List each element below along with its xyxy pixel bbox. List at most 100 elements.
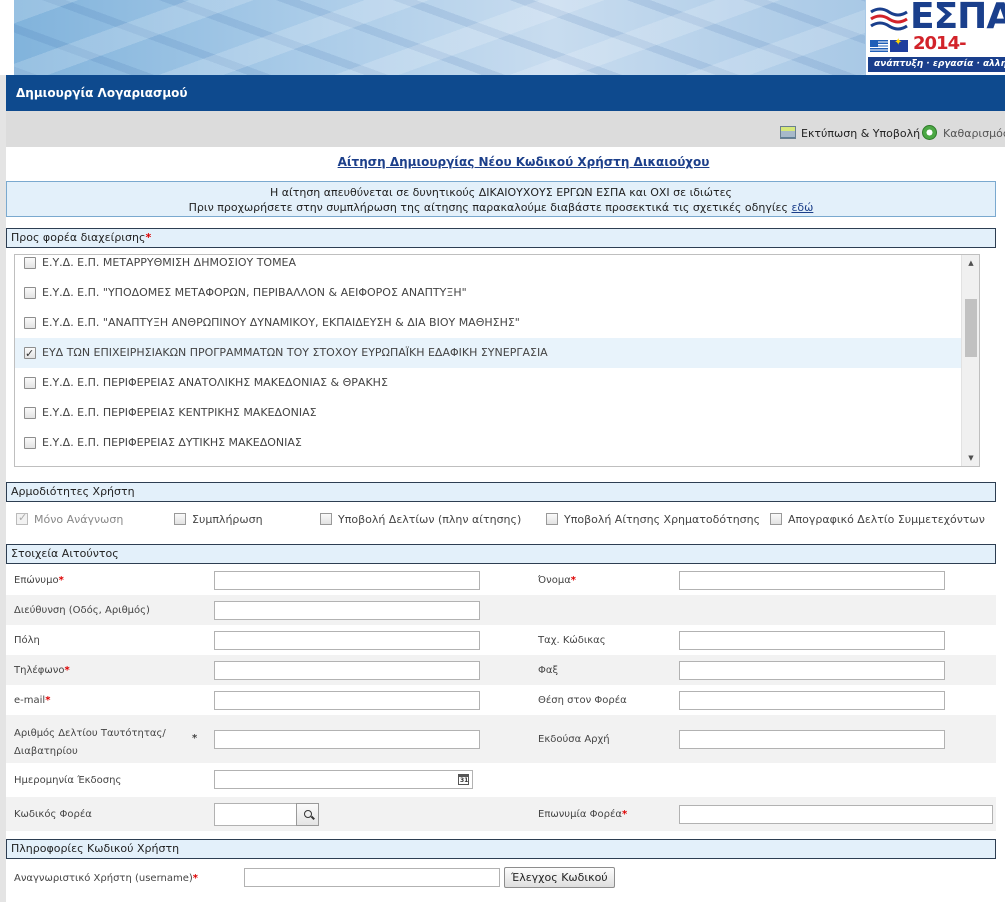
agency-code-input[interactable]	[214, 803, 297, 826]
header-banner: ΕΣΠΑ 2014-2020 ανάπτυξη · εργασία · αλλη…	[0, 0, 1005, 75]
list-item[interactable]: Ε.Υ.Δ. Ε.Π. "ΥΠΟΔΟΜΕΣ ΜΕΤΑΦΟΡΩΝ, ΠΕΡΙΒΑΛ…	[15, 278, 962, 308]
permission-participants-sheet[interactable]: Απογραφικό Δελτίο Συμμετεχόντων	[770, 512, 985, 528]
form-row-address: Διεύθυνση (Οδός, Αριθμός)	[6, 595, 996, 625]
page-title: Δημιουργία Λογαριασμού	[6, 75, 1005, 111]
notice-line1: Η αίτηση απευθύνεται σε δυνητικούς ΔΙΚΑΙ…	[270, 186, 732, 199]
permissions-section-header: Αρμοδιότητες Χρήστη	[6, 482, 996, 502]
clear-label: Καθαρισμός	[943, 127, 1005, 140]
email-label: e-mail*	[14, 695, 51, 706]
applicant-section-label: Στοιχεία Αιτούντος	[11, 547, 119, 560]
last-name-label: Επώνυμο*	[14, 575, 64, 586]
form-content: Αίτηση Δημιουργίας Νέου Κωδικού Χρήστη Δ…	[6, 147, 1005, 902]
city-label: Πόλη	[14, 635, 40, 646]
fax-label: Φαξ	[538, 665, 559, 676]
postal-code-input[interactable]	[679, 631, 945, 650]
form-title: Αίτηση Δημιουργίας Νέου Κωδικού Χρήστη Δ…	[337, 155, 710, 169]
print-submit-label: Εκτύπωση & Υποβολή	[801, 127, 921, 140]
form-row-email: e-mail* Θέση στον Φορέα	[6, 685, 996, 715]
permission-checkbox[interactable]	[770, 513, 782, 525]
permissions-section-label: Αρμοδιότητες Χρήστη	[11, 485, 135, 498]
check-username-button[interactable]: Έλεγχος Κωδικού	[504, 867, 615, 888]
agency-checkbox[interactable]	[24, 317, 36, 329]
banner-graphic	[14, 0, 865, 75]
form-row-id: Αριθμός Δελτίου Ταυτότητας/ Διαβατηρίου …	[6, 715, 996, 763]
username-input[interactable]	[244, 868, 500, 887]
permission-fill[interactable]: Συμπλήρωση	[174, 512, 263, 528]
greek-flag-icon	[870, 40, 888, 52]
issuing-authority-label: Εκδούσα Αρχή	[538, 734, 610, 745]
notice-line2: Πριν προχωρήσετε στην συμπλήρωση της αίτ…	[188, 201, 814, 214]
agency-section-label: Προς φορέα διαχείρισης	[11, 231, 146, 244]
credentials-section-label: Πληροφορίες Κωδικού Χρήστη	[11, 842, 180, 855]
printer-icon	[780, 126, 796, 139]
instructions-link[interactable]: εδώ	[791, 201, 813, 214]
agency-checkbox[interactable]	[24, 407, 36, 419]
phone-label: Τηλέφωνο*	[14, 665, 70, 676]
banner-margin	[0, 0, 14, 75]
list-item[interactable]: ΕΥΔ ΤΩΝ ΕΠΙΧΕΙΡΗΣΙΑΚΩΝ ΠΡΟΓΡΑΜΜΑΤΩΝ ΤΟΥ …	[15, 338, 962, 369]
agency-checkbox[interactable]	[24, 287, 36, 299]
print-submit-button[interactable]: Εκτύπωση & Υποβολή	[780, 125, 920, 143]
form-row-city: Πόλη Ταχ. Κώδικας	[6, 625, 996, 655]
issuing-authority-input[interactable]	[679, 730, 945, 749]
calendar-icon[interactable]	[458, 774, 469, 785]
agency-listbox[interactable]: Ε.Υ.Δ. Ε.Π. ΜΕΤΑΡΡΥΘΜΙΣΗ ΔΗΜΟΣΙΟΥ ΤΟΜΕΑ …	[14, 254, 980, 467]
issue-date-label: Ημερομηνία Έκδοσης	[14, 775, 122, 786]
address-input[interactable]	[214, 601, 480, 620]
list-item[interactable]: Ε.Υ.Δ. Ε.Π. "ΑΝΑΠΤΥΞΗ ΑΝΘΡΩΠΙΝΟΥ ΔΥΝΑΜΙΚ…	[15, 308, 962, 338]
refresh-icon	[922, 125, 937, 140]
logo-text: ΕΣΠΑ	[910, 0, 1005, 37]
espa-logo: ΕΣΠΑ 2014-2020 ανάπτυξη · εργασία · αλλη…	[866, 0, 1005, 75]
permission-read-only[interactable]: Μόνο Ανάγνωση	[16, 510, 123, 528]
first-name-input[interactable]	[679, 571, 945, 590]
id-number-label: Αριθμός Δελτίου Ταυτότητας/ Διαβατηρίου	[14, 728, 166, 757]
scroll-down-icon[interactable]: ▼	[962, 450, 979, 466]
form-row-username: Αναγνωριστικό Χρήστη (username)* Έλεγχος…	[6, 860, 996, 896]
address-label: Διεύθυνση (Οδός, Αριθμός)	[14, 605, 150, 616]
position-input[interactable]	[679, 691, 945, 710]
permission-checkbox[interactable]	[16, 510, 28, 526]
email-input[interactable]	[214, 691, 480, 710]
scroll-up-icon[interactable]: ▲	[962, 255, 979, 271]
fax-input[interactable]	[679, 661, 945, 680]
agency-checkbox[interactable]	[24, 377, 36, 389]
agency-checkbox[interactable]	[24, 257, 36, 269]
city-input[interactable]	[214, 631, 480, 650]
clear-button[interactable]: Καθαρισμός	[922, 125, 1005, 143]
list-item[interactable]: Ε.Υ.Δ. Ε.Π. ΠΕΡΙΦΕΡΕΙΑΣ ΔΥΤΙΚΗΣ ΜΑΚΕΔΟΝΙ…	[15, 428, 962, 458]
required-mark: *	[192, 733, 198, 744]
list-item[interactable]: Ε.Υ.Δ. Ε.Π. ΠΕΡΙΦΕΡΕΙΑΣ ΚΕΝΤΡΙΚΗΣ ΜΑΚΕΔΟ…	[15, 398, 962, 428]
applicant-section-header: Στοιχεία Αιτούντος	[6, 544, 996, 564]
permission-funding-request[interactable]: Υποβολή Αίτησης Χρηματοδότησης	[546, 512, 760, 528]
form-row-phone: Τηλέφωνο* Φαξ	[6, 655, 996, 685]
last-name-input[interactable]	[214, 571, 480, 590]
credentials-section-header: Πληροφορίες Κωδικού Χρήστη	[6, 839, 996, 859]
scrollbar-thumb[interactable]	[965, 299, 977, 357]
logo-tagline: ανάπτυξη · εργασία · αλληλεγγύη	[868, 57, 1005, 72]
phone-input[interactable]	[214, 661, 480, 680]
search-icon[interactable]	[296, 803, 319, 826]
issue-date-input[interactable]	[214, 770, 473, 789]
agency-name-label: Επωνυμία Φορέα*	[538, 809, 628, 820]
agency-code-label: Κωδικός Φορέα	[14, 809, 92, 820]
eu-flag-icon	[890, 37, 908, 52]
postal-code-label: Ταχ. Κώδικας	[538, 635, 606, 646]
notice-box: Η αίτηση απευθύνεται σε δυνητικούς ΔΙΚΑΙ…	[6, 181, 996, 217]
username-label: Αναγνωριστικό Χρήστη (username)*	[14, 873, 199, 884]
permission-checkbox[interactable]	[174, 513, 186, 525]
list-item[interactable]: Ε.Υ.Δ. Ε.Π. ΠΕΡΙΦΕΡΕΙΑΣ ΑΝΑΤΟΛΙΚΗΣ ΜΑΚΕΔ…	[15, 368, 962, 398]
required-mark: *	[145, 231, 152, 244]
list-item[interactable]: Ε.Υ.Δ. Ε.Π. ΜΕΤΑΡΡΥΘΜΙΣΗ ΔΗΜΟΣΙΟΥ ΤΟΜΕΑ	[15, 255, 962, 278]
form-row-agency: Κωδικός Φορέα Επωνυμία Φορέα*	[6, 797, 996, 831]
agency-section-header: Προς φορέα διαχείρισης*	[6, 228, 996, 248]
id-number-input[interactable]	[214, 730, 480, 749]
permission-checkbox[interactable]	[546, 513, 558, 525]
form-row-issue-date: Ημερομηνία Έκδοσης	[6, 763, 996, 797]
permission-submit-reports[interactable]: Υποβολή Δελτίων (πλην αίτησης)	[320, 512, 521, 528]
form-row-names: Επώνυμο* Όνομα*	[6, 565, 996, 595]
permission-checkbox[interactable]	[320, 513, 332, 525]
agency-name-input[interactable]	[679, 805, 993, 824]
agency-checkbox[interactable]	[24, 339, 36, 369]
listbox-scrollbar[interactable]: ▲ ▼	[961, 255, 979, 466]
agency-checkbox[interactable]	[24, 437, 36, 449]
